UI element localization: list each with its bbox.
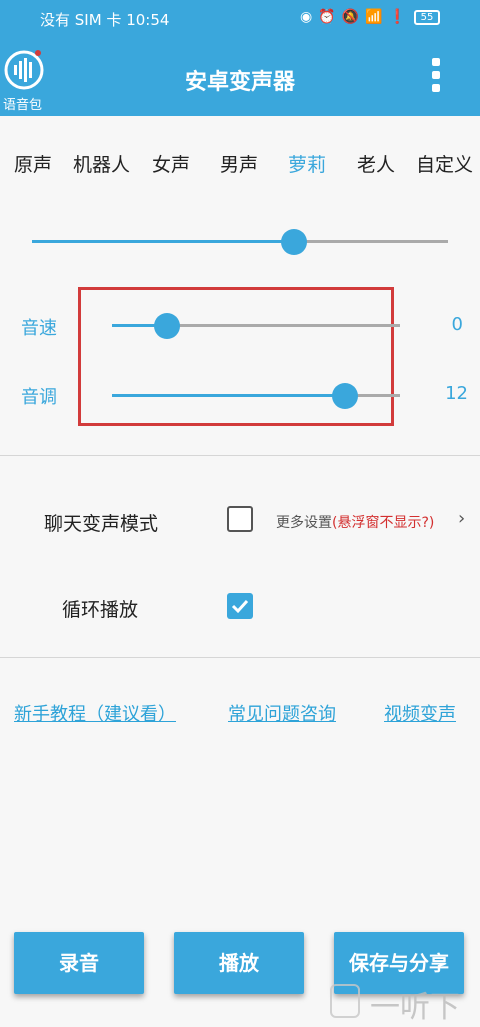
mute-icon: 🔕 [341,9,360,25]
page-title: 安卓变声器 [184,70,295,95]
divider [0,455,480,456]
logo-label[interactable]: 语音包 [3,94,42,113]
more-settings-text: 更多设置 [276,515,332,531]
alert-icon: ❗ [388,9,406,25]
more-settings-link[interactable]: 更多设置(悬浮窗不显示?) [276,512,434,532]
preset-female[interactable]: 女声 [152,150,190,177]
faq-link[interactable]: 常见问题咨询 [228,700,336,726]
pitch-value: 12 [445,383,468,404]
app-bar: 语音包 安卓变声器 [0,38,480,116]
preset-elder[interactable]: 老人 [357,150,395,177]
loop-play-label: 循环播放 [62,599,139,621]
more-menu-icon[interactable] [432,58,440,96]
preset-original[interactable]: 原声 [14,150,52,177]
status-bar: 没有 SIM 卡 10:54 ◉ ⏰ 🔕 📶 ❗ 55 [0,0,480,38]
speed-slider-thumb[interactable] [153,313,180,339]
preset-slider-track[interactable] [32,240,448,243]
loop-play-checkbox[interactable] [227,593,253,619]
battery-icon: 55 [414,10,440,25]
pitch-slider-fill [112,394,346,397]
divider [0,657,480,658]
alarm-icon: ⏰ [318,9,336,25]
preset-male[interactable]: 男声 [220,150,258,177]
status-icons: ◉ ⏰ 🔕 📶 ❗ [300,9,406,25]
floating-window-warning: (悬浮窗不显示?) [332,515,435,531]
eye-icon: ◉ [300,9,313,25]
tutorial-link[interactable]: 新手教程（建议看） [14,700,176,726]
preset-lolita[interactable]: 萝莉 [288,150,326,177]
watermark: 一听下载 [330,982,478,1025]
check-icon [231,599,249,614]
watermark-logo-icon [330,984,360,1018]
preset-custom[interactable]: 自定义 [416,150,473,177]
chevron-right-icon[interactable]: › [458,508,465,529]
chat-mode-checkbox[interactable] [227,506,253,532]
watermark-text: 一听下载 [370,990,460,1025]
record-button[interactable]: 录音 [14,932,144,994]
video-voice-link[interactable]: 视频变声 [384,700,456,726]
pitch-label: 音调 [21,387,57,408]
speed-value: 0 [451,314,463,335]
chat-mode-label: 聊天变声模式 [44,513,159,535]
speed-label: 音速 [21,318,57,339]
preset-robot[interactable]: 机器人 [73,150,130,177]
play-button[interactable]: 播放 [174,932,304,994]
preset-slider-fill [32,240,295,243]
status-carrier-time: 没有 SIM 卡 10:54 [40,11,170,29]
preset-slider-thumb[interactable] [281,229,308,255]
preset-tabs: 原声 机器人 女声 男声 萝莉 老人 自定义 [0,150,480,176]
wifi-icon: 📶 [365,9,383,25]
